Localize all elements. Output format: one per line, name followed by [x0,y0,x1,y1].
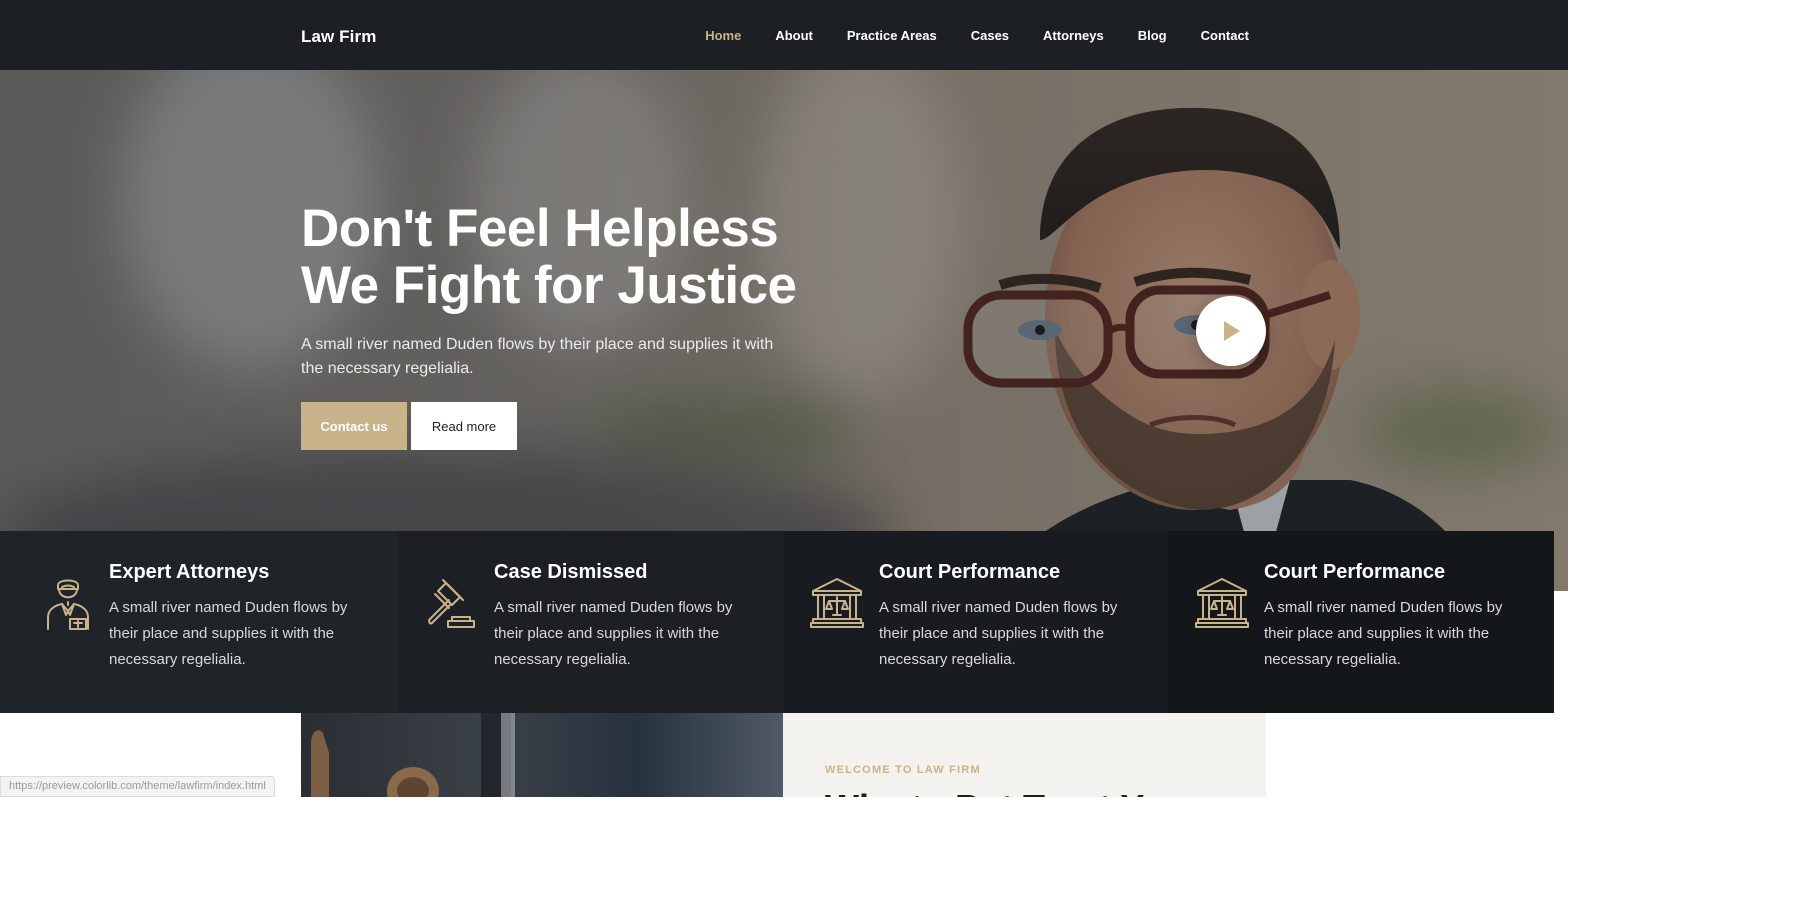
features-strip: Expert Attorneys A small river named Dud… [0,531,1554,713]
nav-item-attorneys[interactable]: Attorneys [1043,28,1104,43]
feature-text: A small river named Duden flows by their… [1264,599,1503,668]
brand-logo[interactable]: Law Firm [301,27,376,47]
read-more-button[interactable]: Read more [411,402,517,450]
nav-item-about[interactable]: About [775,28,813,43]
lady-justice-photo [311,713,515,797]
feature-title: Court Performance [879,561,1061,583]
play-icon [1224,321,1240,341]
hero-overlay [0,70,1568,591]
hero-title-line2: We Fight for Justice [301,256,797,315]
attorney-icon [47,579,89,630]
feature-text: A small river named Duden flows by their… [494,599,733,668]
welcome-heading: Why to Put Trust Y [825,787,1144,797]
hero-subtitle: A small river named Duden flows by their… [301,336,774,377]
nav-item-home[interactable]: Home [705,28,741,43]
nav-item-contact[interactable]: Contact [1201,28,1249,43]
feature-text: A small river named Duden flows by their… [109,599,348,668]
hero-title-line1: Don't Feel Helpless [301,199,779,258]
page: Law Firm Home About Practice Areas Cases… [0,0,1568,797]
welcome-panel: WELCOME TO LAW FIRM Why to Put Trust Y [783,713,1266,797]
feature-card: Court Performance A small river named Du… [1168,531,1554,713]
hero-title: Don't Feel Helpless We Fight for Justice [301,200,797,314]
feature-card: Court Performance A small river named Du… [783,531,1168,713]
about-image [301,713,783,797]
feature-card: Case Dismissed A small river named Duden… [398,531,783,713]
gavel-icon [428,579,475,628]
feature-title: Expert Attorneys [109,561,270,583]
feature-title: Case Dismissed [494,561,648,583]
nav-item-practice-areas[interactable]: Practice Areas [847,28,937,43]
main-nav: Home About Practice Areas Cases Attorney… [705,28,1249,43]
feature-title: Court Performance [1264,561,1446,583]
status-bar-url: https://preview.colorlib.com/theme/lawfi… [0,776,275,797]
feature-card: Expert Attorneys A small river named Dud… [0,531,398,713]
contact-us-button[interactable]: Contact us [301,402,407,450]
play-video-button[interactable] [1196,296,1266,366]
welcome-kicker: WELCOME TO LAW FIRM [825,764,981,776]
courthouse-icon [810,578,864,628]
nav-item-blog[interactable]: Blog [1138,28,1167,43]
hero-section: Don't Feel Helpless We Fight for Justice… [0,70,1568,591]
courthouse-icon [1195,578,1249,628]
navbar: Law Firm Home About Practice Areas Cases… [0,0,1568,70]
nav-item-cases[interactable]: Cases [971,28,1009,43]
feature-text: A small river named Duden flows by their… [879,599,1118,668]
